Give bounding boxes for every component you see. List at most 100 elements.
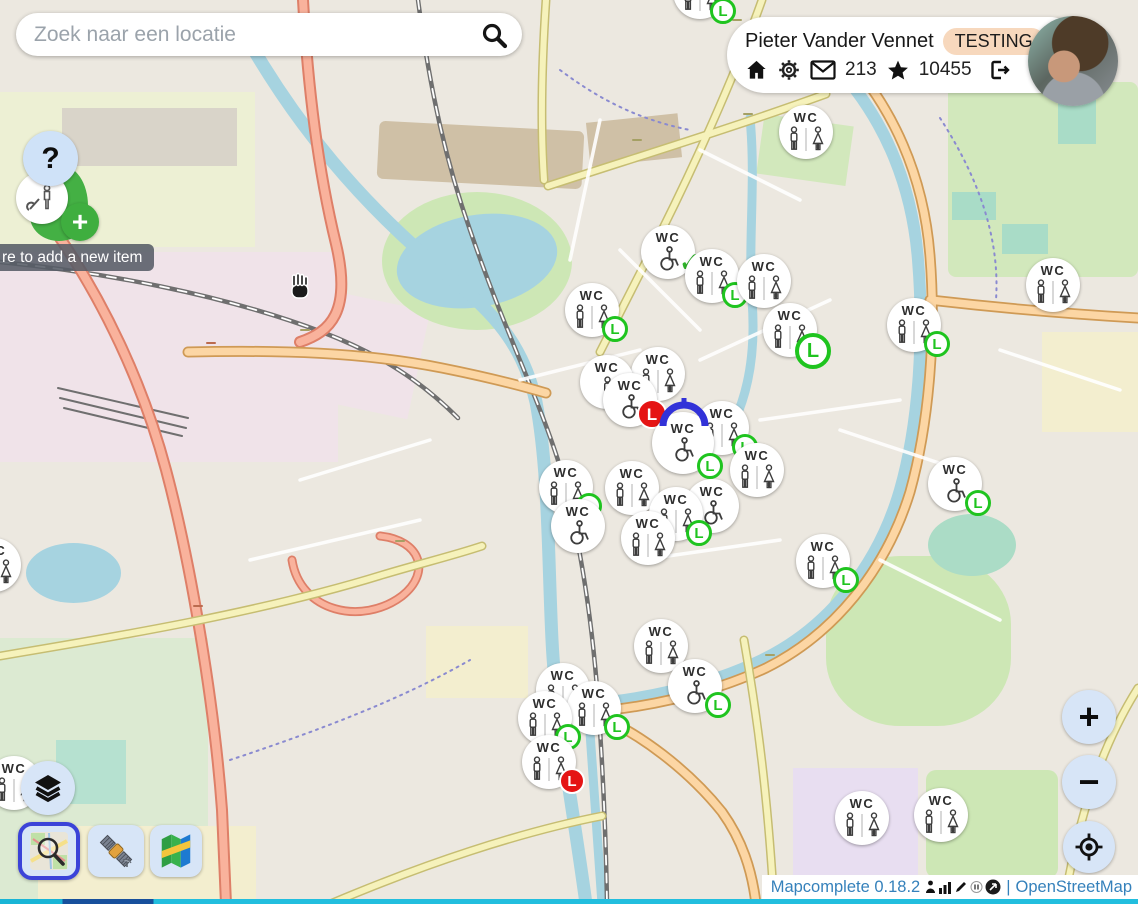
home-icon[interactable] <box>745 59 768 81</box>
zoom-out-button[interactable]: − <box>1062 755 1116 809</box>
marker-wc-label: WC <box>700 255 725 268</box>
marker-wc-label: WC <box>902 304 927 317</box>
toilet-marker[interactable]: WC <box>779 105 833 159</box>
statistics-icon[interactable] <box>938 880 952 894</box>
toilet-marker[interactable]: WC L <box>928 457 982 511</box>
male-female-icon <box>614 482 650 509</box>
add-new-item-button[interactable]: + <box>61 203 99 241</box>
osm-map-magnifier-icon <box>29 831 69 871</box>
toilet-marker[interactable]: WC L <box>685 249 739 303</box>
search-icon[interactable] <box>480 21 508 49</box>
contributor-icon[interactable] <box>925 880 936 894</box>
toilet-pictogram <box>565 519 592 547</box>
road-shield <box>743 113 753 115</box>
wheelchair-icon <box>670 437 697 464</box>
marker-wc-label: WC <box>0 544 6 557</box>
layers-icon <box>32 773 64 803</box>
marker-wc-label: WC <box>943 463 968 476</box>
layers-button[interactable] <box>21 761 75 815</box>
toilet-pictogram <box>0 558 12 586</box>
marker-wc-label: WC <box>656 231 681 244</box>
marker-wc-label: WC <box>778 309 803 322</box>
male-female-icon <box>0 559 12 586</box>
toilet-marker[interactable]: WC L <box>763 303 817 357</box>
map-terrain-patch <box>1042 332 1138 432</box>
marker-wc-label: WC <box>551 669 576 682</box>
messages-count: 213 <box>845 59 877 81</box>
toilet-pictogram <box>746 274 782 302</box>
opening-hours-open-badge: L <box>833 567 859 593</box>
toilet-pictogram <box>630 531 666 559</box>
app-version[interactable]: Mapcomplete 0.18.2 <box>771 878 921 897</box>
marker-wc-label: WC <box>929 794 954 807</box>
gear-icon[interactable] <box>777 58 801 82</box>
toilet-marker[interactable]: WC L <box>887 298 941 352</box>
map-terrain-patch <box>952 192 996 220</box>
user-avatar[interactable] <box>1028 16 1118 106</box>
marker-wc-label: WC <box>595 361 620 374</box>
male-female-icon <box>630 532 666 559</box>
osm-link[interactable]: OpenStreetMap <box>1016 878 1132 897</box>
marker-wc-label: WC <box>700 485 725 498</box>
road-shield <box>193 605 203 607</box>
marker-wc-label: WC <box>2 762 27 775</box>
opening-hours-open-badge: L <box>686 520 712 546</box>
map-terrain-patch <box>426 626 528 698</box>
marker-wc-label: WC <box>537 741 562 754</box>
logout-icon[interactable] <box>987 58 1012 82</box>
toilet-marker[interactable]: WC <box>0 538 21 592</box>
toilet-marker[interactable]: WC <box>835 791 889 845</box>
help-button[interactable]: ? <box>23 131 78 186</box>
satellite-icon <box>96 831 136 871</box>
male-female-icon <box>788 126 824 153</box>
star-icon[interactable] <box>886 59 910 82</box>
map-terrain-patch <box>928 514 1016 576</box>
marker-wc-label: WC <box>1041 264 1066 277</box>
background-osm-button[interactable] <box>18 822 80 880</box>
mapcomplete-app: WC L <box>0 0 1138 904</box>
search-bar <box>16 13 522 56</box>
male-female-icon <box>923 809 959 836</box>
road-shield <box>765 654 775 656</box>
toilet-marker[interactable]: WC <box>621 511 675 565</box>
toilet-marker[interactable]: WC <box>914 788 968 842</box>
geolocate-button[interactable] <box>1063 821 1115 873</box>
toilet-marker[interactable]: WC <box>737 254 791 308</box>
selected-marker-arc-icon <box>658 396 710 428</box>
background-satellite-button[interactable] <box>88 825 144 877</box>
crosshair-icon <box>1075 833 1103 861</box>
toilet-marker[interactable]: WC <box>657 385 711 439</box>
marker-wc-label: WC <box>683 665 708 678</box>
attribution-icons <box>925 879 1001 895</box>
toilet-marker[interactable]: WC L <box>668 659 722 713</box>
toilet-marker[interactable]: WC <box>551 499 605 553</box>
opening-hours-open-badge: L <box>602 316 628 342</box>
toilet-marker[interactable]: WC <box>1026 258 1080 312</box>
osm-copyright-icon[interactable] <box>985 879 1001 895</box>
theme-marker-mini-icon[interactable] <box>970 880 983 894</box>
edit-pencil-icon[interactable] <box>954 880 968 894</box>
map-terrain-patch <box>62 108 237 166</box>
marker-wc-label: WC <box>533 697 558 710</box>
toilet-marker[interactable]: WC L <box>673 0 727 19</box>
marker-wc-label: WC <box>580 289 605 302</box>
toilet-marker[interactable]: WC <box>730 443 784 497</box>
messages-icon[interactable] <box>810 60 836 80</box>
marker-wc-label: WC <box>636 517 661 530</box>
toilet-marker[interactable]: WC L <box>522 735 576 789</box>
marker-wc-label: WC <box>566 505 591 518</box>
toilet-marker[interactable]: WC L <box>796 534 850 588</box>
opening-hours-open-badge: L <box>604 714 630 740</box>
zoom-in-button[interactable]: + <box>1062 690 1116 744</box>
marker-wc-label: WC <box>794 111 819 124</box>
toilet-pictogram <box>1035 278 1071 306</box>
toilet-marker[interactable]: WC L <box>565 283 619 337</box>
marker-wc-label: WC <box>745 449 770 462</box>
progress-bar <box>0 899 1138 904</box>
attribution-bar: Mapcomplete 0.18.2 | OpenStreetMap <box>762 875 1138 899</box>
background-map-button[interactable] <box>150 825 202 877</box>
map-terrain-patch <box>1002 224 1048 254</box>
search-input[interactable] <box>32 22 480 48</box>
marker-wc-label: WC <box>850 797 875 810</box>
opening-hours-closed-badge: L <box>559 768 585 794</box>
